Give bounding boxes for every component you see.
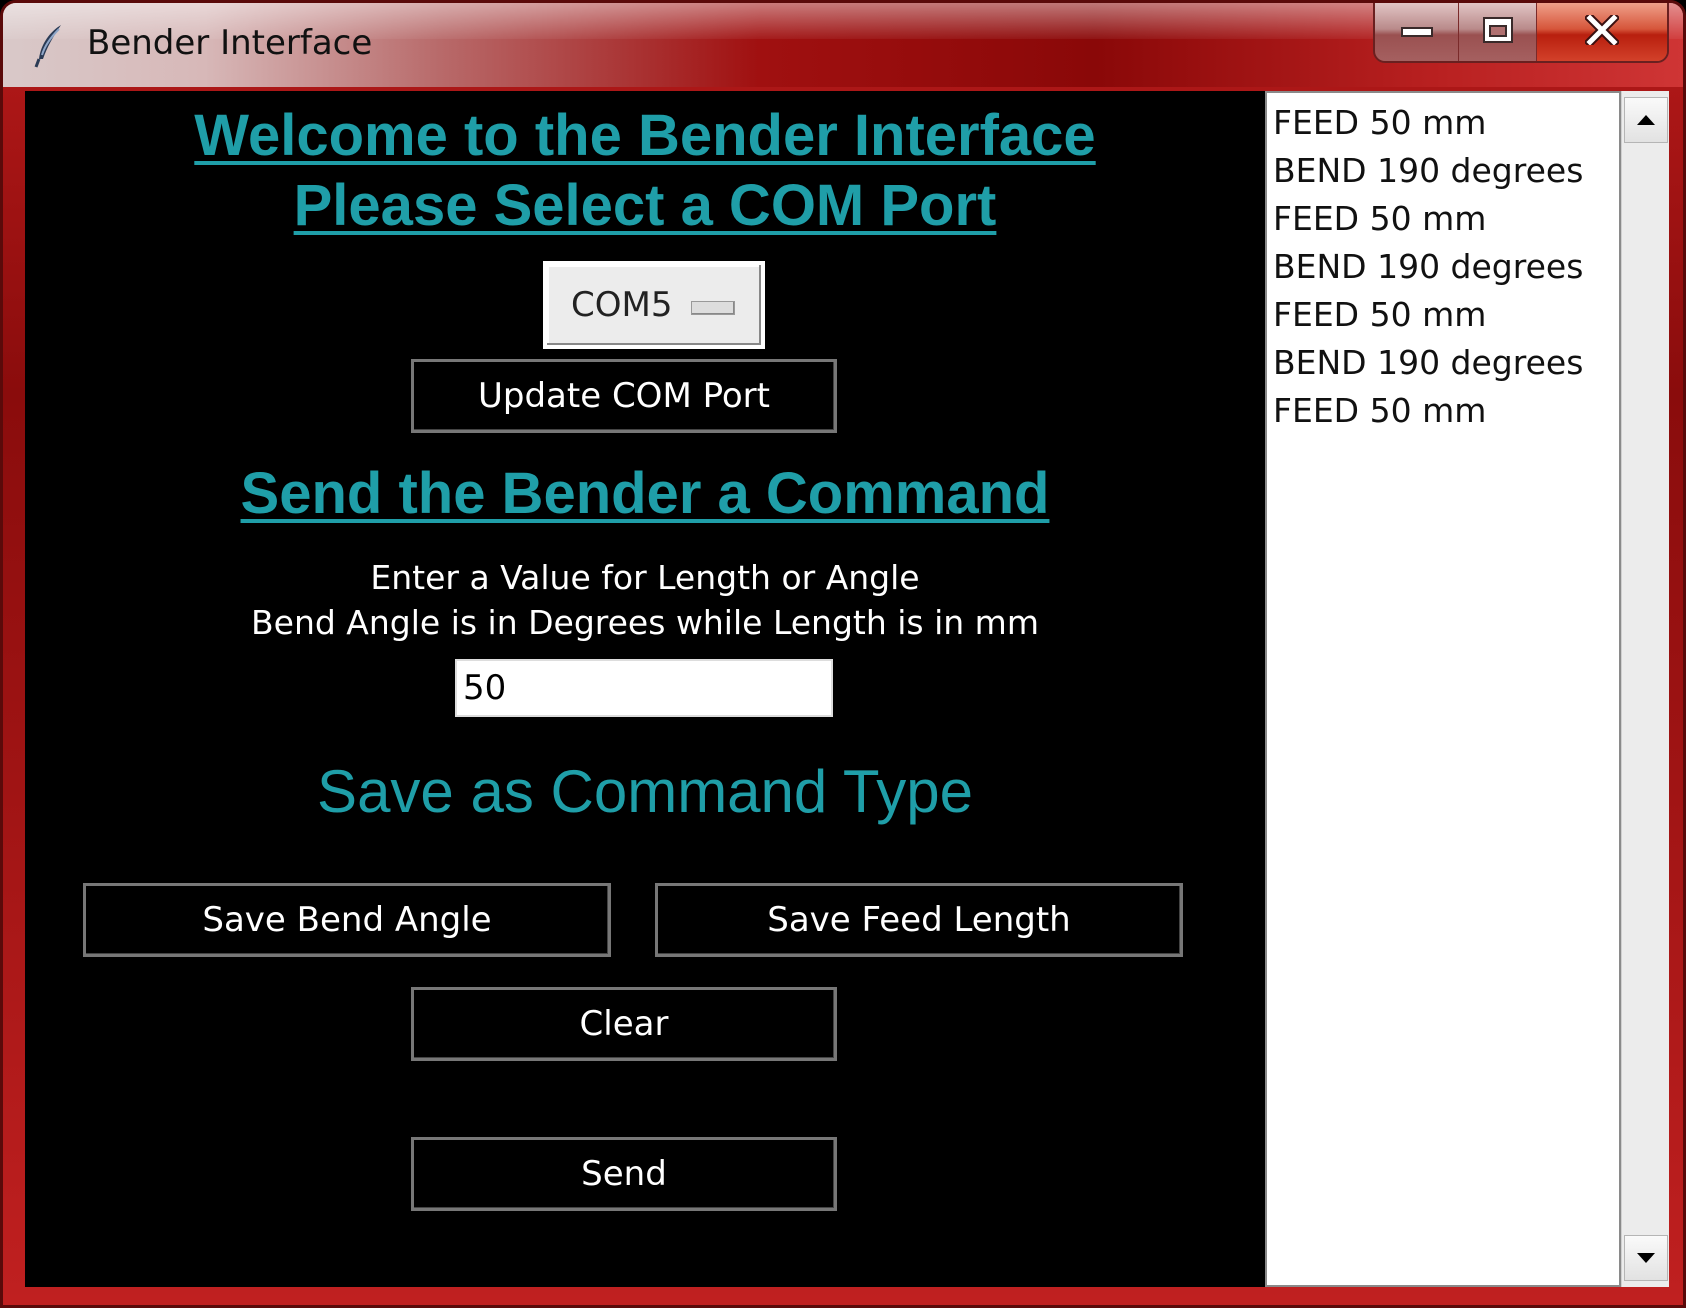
dropdown-indicator-icon [691,301,735,315]
minimize-button[interactable] [1375,3,1459,61]
list-item[interactable]: BEND 190 degrees [1273,147,1613,195]
main-panel: Welcome to the Bender Interface Please S… [25,91,1265,1287]
list-item[interactable]: FEED 50 mm [1273,195,1613,243]
vertical-scrollbar[interactable] [1621,91,1669,1287]
close-icon [1583,11,1621,49]
instruction-line-1: Enter a Value for Length or Angle [370,558,920,597]
list-item[interactable]: FEED 50 mm [1273,99,1613,147]
app-window: Bender Interface Welcome to the Bender I… [0,0,1686,1308]
list-item[interactable]: BEND 190 degrees [1273,339,1613,387]
clear-button[interactable]: Clear [411,987,837,1061]
instruction-line-2: Bend Angle is in Degrees while Length is… [251,603,1039,642]
com-port-value: COM5 [571,285,673,325]
maximize-button[interactable] [1459,3,1537,61]
maximize-icon [1481,15,1515,49]
welcome-heading: Welcome to the Bender Interface [194,103,1096,168]
close-button[interactable] [1537,3,1667,61]
list-item[interactable]: FEED 50 mm [1273,387,1613,435]
scroll-down-button[interactable] [1624,1235,1668,1281]
minimize-icon [1400,23,1434,42]
feather-icon[interactable] [33,23,67,69]
list-item[interactable]: BEND 190 degrees [1273,243,1613,291]
command-heading: Send the Bender a Command [240,461,1050,526]
list-item[interactable]: FEED 50 mm [1273,291,1613,339]
command-list: FEED 50 mm BEND 190 degrees FEED 50 mm B… [1273,99,1613,435]
arrow-up-icon [1636,111,1656,130]
arrow-down-icon [1636,1249,1656,1268]
update-com-port-button[interactable]: Update COM Port [411,359,837,433]
value-input[interactable] [455,659,833,717]
save-bend-angle-button[interactable]: Save Bend Angle [83,883,611,957]
window-title: Bender Interface [87,23,373,63]
save-feed-length-button[interactable]: Save Feed Length [655,883,1183,957]
scroll-up-button[interactable] [1624,97,1668,143]
send-button[interactable]: Send [411,1137,837,1211]
caption-buttons [1373,3,1669,63]
select-port-heading: Please Select a COM Port [293,173,997,238]
title-bar[interactable]: Bender Interface [3,3,1683,87]
save-heading: Save as Command Type [317,758,973,825]
command-listbox[interactable]: FEED 50 mm BEND 190 degrees FEED 50 mm B… [1265,91,1621,1287]
com-port-dropdown[interactable]: COM5 [543,261,765,349]
